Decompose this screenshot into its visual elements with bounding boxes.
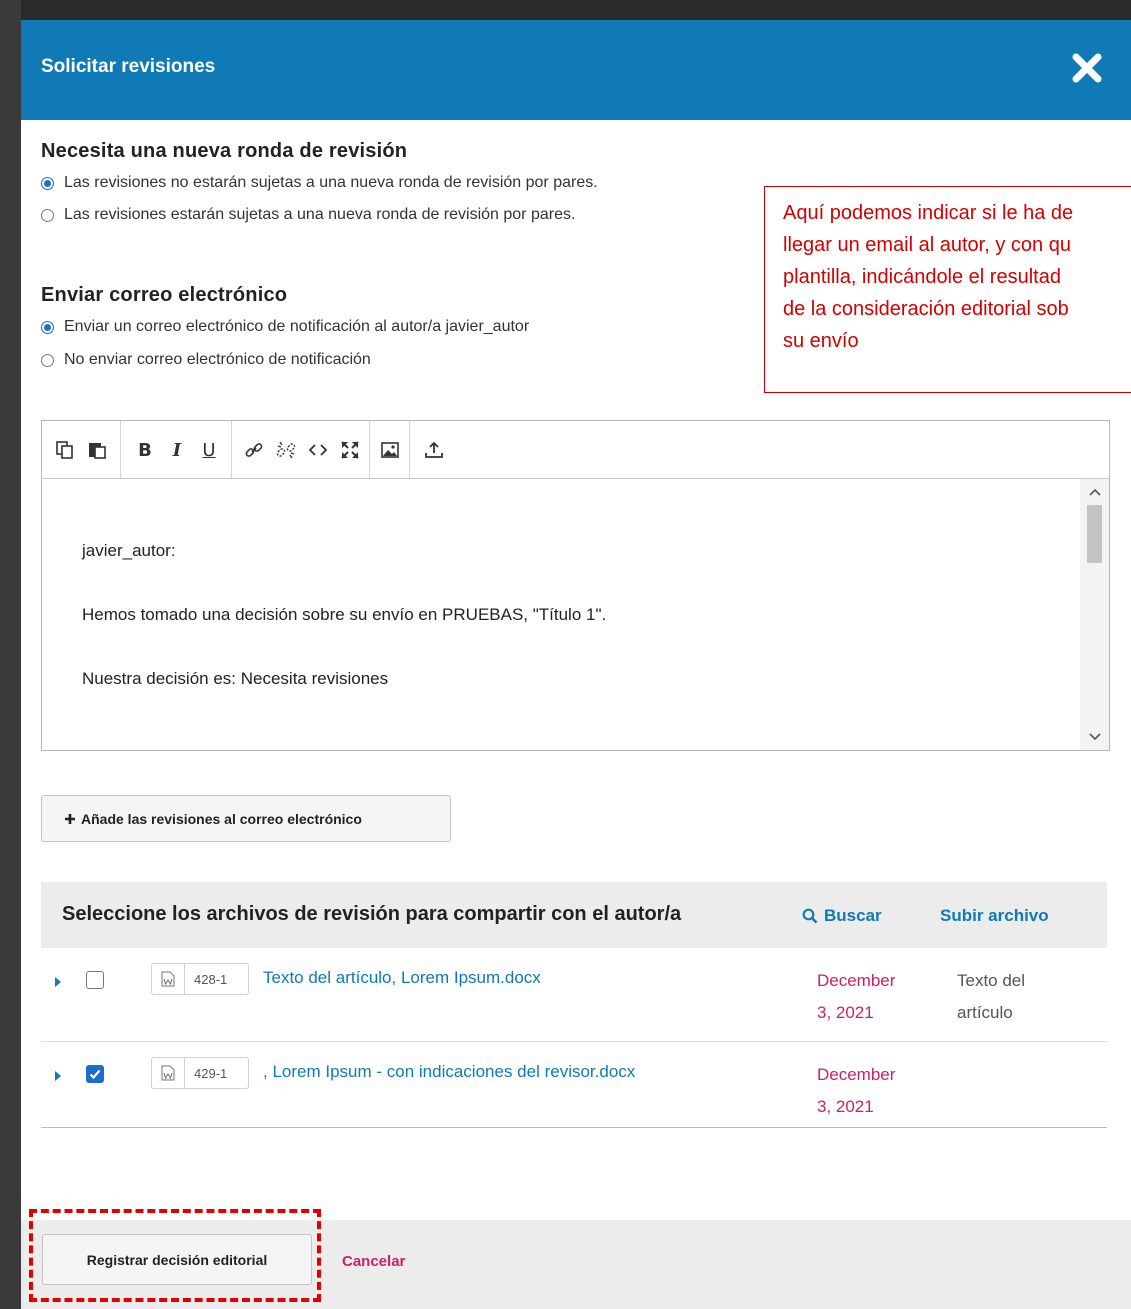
radio-selected[interactable]	[41, 176, 54, 190]
file-date-line: December	[817, 971, 896, 990]
file-name-link[interactable]: Texto del artículo, Lorem Ipsum.docx	[263, 968, 541, 988]
annotation-line: su envío	[783, 330, 859, 352]
file-type: Texto del artículo	[957, 965, 1057, 1029]
file-checkbox[interactable]	[86, 971, 104, 989]
toolbar-separator	[120, 421, 121, 478]
radio-label: Las revisiones estarán sujetas a una nue…	[64, 206, 576, 223]
send-email-title: Enviar correo electrónico	[41, 284, 288, 306]
image-icon[interactable]	[379, 439, 401, 461]
expand-row-icon[interactable]	[55, 1071, 61, 1081]
radio-selected[interactable]	[41, 320, 54, 334]
file-date: December 3, 2021	[817, 1059, 927, 1123]
toolbar-separator	[231, 421, 232, 478]
file-badge: 428-1	[151, 963, 249, 995]
backdrop	[0, 0, 21, 1309]
scroll-down-icon[interactable]	[1088, 730, 1102, 744]
toolbar-separator	[409, 421, 410, 478]
file-row: 428-1 Texto del artículo, Lorem Ipsum.do…	[41, 948, 1107, 1042]
file-name-link[interactable]: , Lorem Ipsum - con indicaciones del rev…	[263, 1062, 635, 1082]
send-email-option-no[interactable]: No enviar correo electrónico de notifica…	[41, 351, 371, 369]
fullscreen-icon[interactable]	[339, 439, 361, 461]
scroll-thumb[interactable]	[1087, 505, 1102, 563]
modal-header: Solicitar revisiones	[21, 20, 1131, 120]
toolbar-separator	[369, 421, 370, 478]
unlink-icon[interactable]	[275, 439, 297, 461]
highlight-dashed-box	[29, 1209, 321, 1302]
editor-toolbar: B I U	[42, 421, 1109, 479]
file-date: December 3, 2021	[817, 965, 927, 1029]
file-date-line: 3, 2021	[817, 1003, 874, 1022]
file-id: 428-1	[194, 971, 228, 987]
revision-files-title: Seleccione los archivos de revisión para…	[62, 903, 682, 925]
annotation-line: Aquí podemos indicar si le ha de	[783, 202, 1074, 224]
send-email-option-yes[interactable]: Enviar un correo electrónico de notifica…	[41, 318, 529, 336]
editor-line: Nuestra decisión es: Necesita revisiones	[82, 669, 389, 688]
editor-content[interactable]: javier_autor: Hemos tomado una decisión …	[42, 479, 1080, 750]
editor-line: javier_autor:	[82, 541, 176, 560]
radio-label: No enviar correo electrónico de notifica…	[64, 351, 371, 368]
review-round-option-yes[interactable]: Las revisiones estarán sujetas a una nue…	[41, 206, 575, 224]
revision-files-header: Seleccione los archivos de revisión para…	[41, 882, 1107, 948]
radio-label: Enviar un correo electrónico de notifica…	[64, 318, 530, 335]
review-round-option-no[interactable]: Las revisiones no estarán sujetas a una …	[41, 174, 598, 192]
request-revisions-modal: Solicitar revisiones Necesita una nueva …	[21, 20, 1131, 1309]
radio-unselected[interactable]	[41, 208, 54, 222]
file-date-line: December	[817, 1065, 896, 1084]
checkmark-icon	[89, 1069, 101, 1080]
upload-icon[interactable]	[423, 439, 445, 461]
annotation-callout: Aquí podemos indicar si le ha de llegar …	[764, 186, 1131, 393]
file-type-line: artículo	[957, 1003, 1013, 1022]
file-id: 429-1	[194, 1065, 228, 1081]
close-icon[interactable]	[1069, 50, 1105, 86]
file-date-line: 3, 2021	[817, 1097, 874, 1116]
search-icon	[802, 908, 818, 924]
word-document-icon	[152, 964, 185, 994]
annotation-line: de la consideración editorial sob	[783, 298, 1069, 320]
copy-icon[interactable]	[54, 439, 76, 461]
italic-icon[interactable]: I	[166, 439, 188, 461]
review-round-title: Necesita una nueva ronda de revisión	[41, 140, 408, 162]
file-type-line: Texto del	[957, 971, 1026, 990]
word-document-icon	[152, 1058, 185, 1088]
search-link[interactable]: Buscar	[802, 906, 882, 926]
editor-scrollbar[interactable]	[1080, 479, 1109, 750]
editor-line: Hemos tomado una decisión sobre su envío…	[82, 605, 607, 624]
file-badge: 429-1	[151, 1057, 249, 1089]
scroll-up-icon[interactable]	[1088, 485, 1102, 499]
expand-row-icon[interactable]	[55, 977, 61, 987]
link-icon[interactable]	[243, 439, 265, 461]
paste-icon[interactable]	[86, 439, 108, 461]
code-icon[interactable]	[307, 439, 329, 461]
add-revisions-button[interactable]: Añade las revisiones al correo electróni…	[41, 795, 451, 842]
cancel-link[interactable]: Cancelar	[342, 1253, 405, 1270]
add-revisions-label: Añade las revisiones al correo electróni…	[81, 810, 362, 827]
annotation-line: plantilla, indicándole el resultad	[783, 266, 1061, 288]
modal-title: Solicitar revisiones	[41, 56, 216, 77]
search-label: Buscar	[824, 906, 882, 925]
plus-icon	[65, 813, 75, 824]
upload-file-link[interactable]: Subir archivo	[940, 906, 1049, 926]
email-body-editor[interactable]: B I U javier_autor: Hemos tomado una dec…	[41, 420, 1110, 751]
file-row: 429-1 , Lorem Ipsum - con indicaciones d…	[41, 1042, 1107, 1128]
underline-icon[interactable]: U	[198, 439, 220, 461]
file-checkbox-checked[interactable]	[86, 1065, 104, 1083]
radio-unselected[interactable]	[41, 353, 54, 367]
radio-label: Las revisiones no estarán sujetas a una …	[64, 174, 598, 191]
annotation-line: llegar un email al autor, y con qu	[783, 234, 1071, 256]
bold-icon[interactable]: B	[134, 439, 156, 461]
